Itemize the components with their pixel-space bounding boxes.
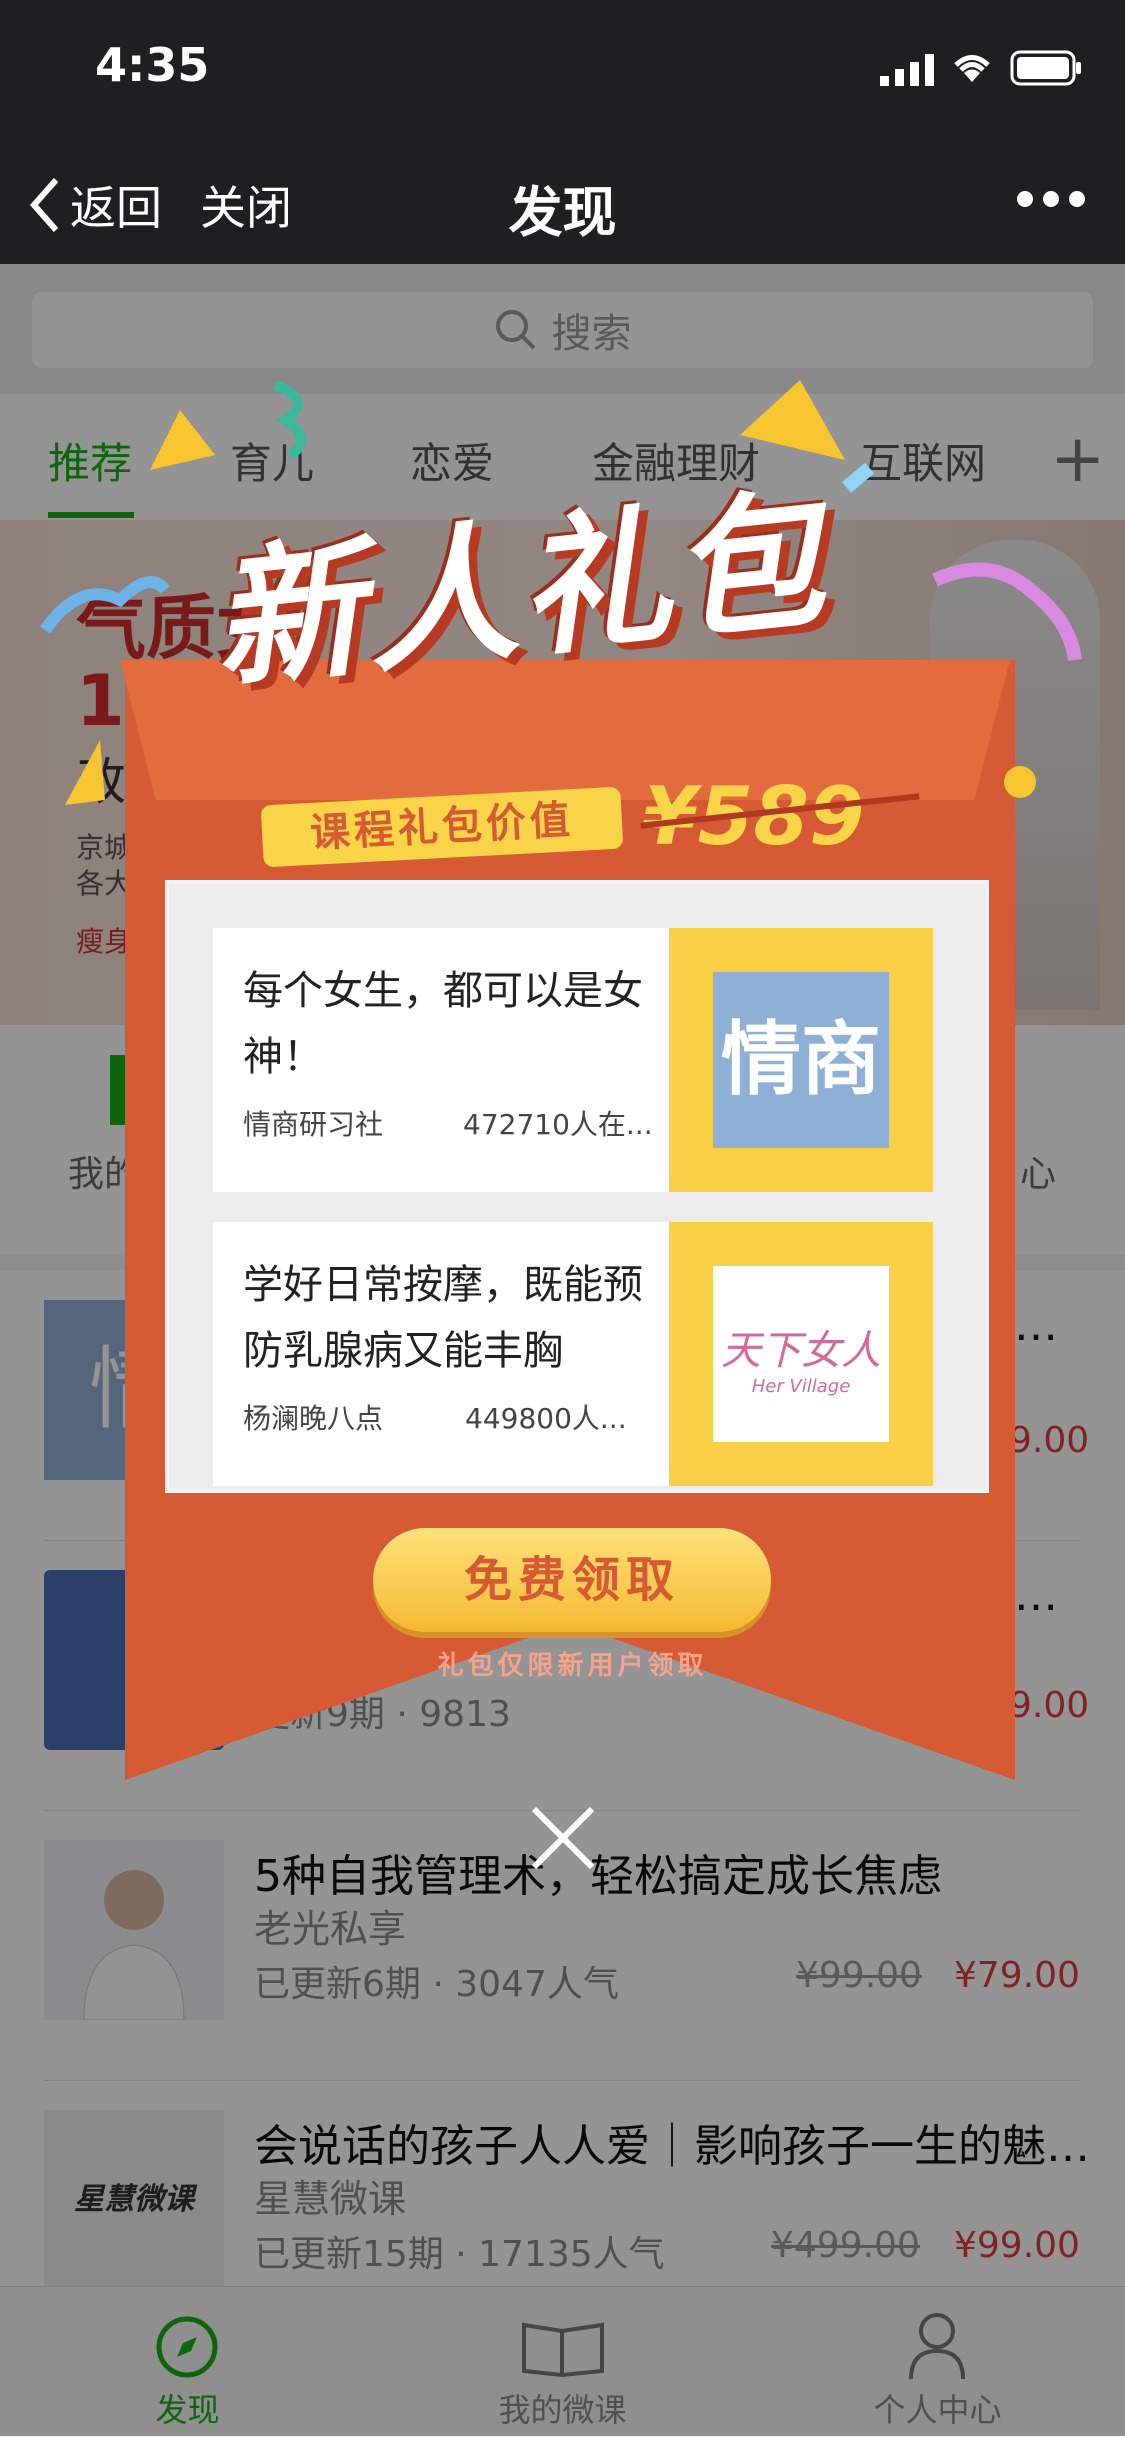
- status-time: 4:35: [95, 38, 210, 92]
- gift-course-card[interactable]: 学好日常按摩，既能预防乳腺病又能丰胸 杨澜晚八点 449800人... 天下女人…: [213, 1222, 933, 1486]
- confetti-decoration: [273, 380, 307, 460]
- course-cards: 每个女生，都可以是女神！ 情商研习社 472710人在... 情商 学好日常按摩…: [165, 880, 989, 1493]
- gift-course-publisher: 杨澜晚八点: [243, 1402, 384, 1435]
- cover-logo: 天下女人 Her Village: [713, 1266, 889, 1442]
- gift-course-publisher: 情商研习社: [243, 1108, 384, 1141]
- close-icon[interactable]: [530, 1805, 596, 1871]
- gift-course-cover: 情商: [669, 928, 933, 1192]
- cover-subtext: Her Village: [751, 1376, 851, 1397]
- claim-button[interactable]: 免费领取: [373, 1528, 771, 1632]
- page-title: 发现: [508, 181, 617, 244]
- more-icon[interactable]: [1016, 184, 1086, 214]
- gift-course-title: 每个女生，都可以是女神！: [243, 968, 643, 1080]
- confetti-decoration: [1004, 766, 1036, 798]
- wifi-icon: [954, 55, 990, 82]
- gift-course-title: 学好日常按摩，既能预防乳腺病又能丰胸: [243, 1262, 643, 1374]
- gift-course-popularity: 472710人在...: [463, 1108, 653, 1141]
- gift-course-popularity: 449800人...: [465, 1402, 627, 1435]
- confetti-decoration: [40, 576, 170, 634]
- gift-course-cover: 天下女人 Her Village: [669, 1222, 933, 1486]
- confetti-decoration: [842, 462, 875, 493]
- claim-note: 礼包仅限新用户领取: [437, 1651, 708, 1681]
- nav-bar: 返回 关闭 发现: [0, 132, 1125, 264]
- battery-icon: [1010, 50, 1081, 86]
- signal-icon: [880, 54, 934, 86]
- cover-text: 天下女人: [721, 1328, 881, 1374]
- confetti-decoration: [150, 410, 215, 470]
- cover-text: 情商: [713, 972, 889, 1148]
- confetti-decoration: [932, 562, 1082, 662]
- gift-course-card[interactable]: 每个女生，都可以是女神！ 情商研习社 472710人在... 情商: [213, 928, 933, 1192]
- status-bar: 4:35: [0, 0, 1125, 132]
- confetti-decoration: [65, 740, 105, 805]
